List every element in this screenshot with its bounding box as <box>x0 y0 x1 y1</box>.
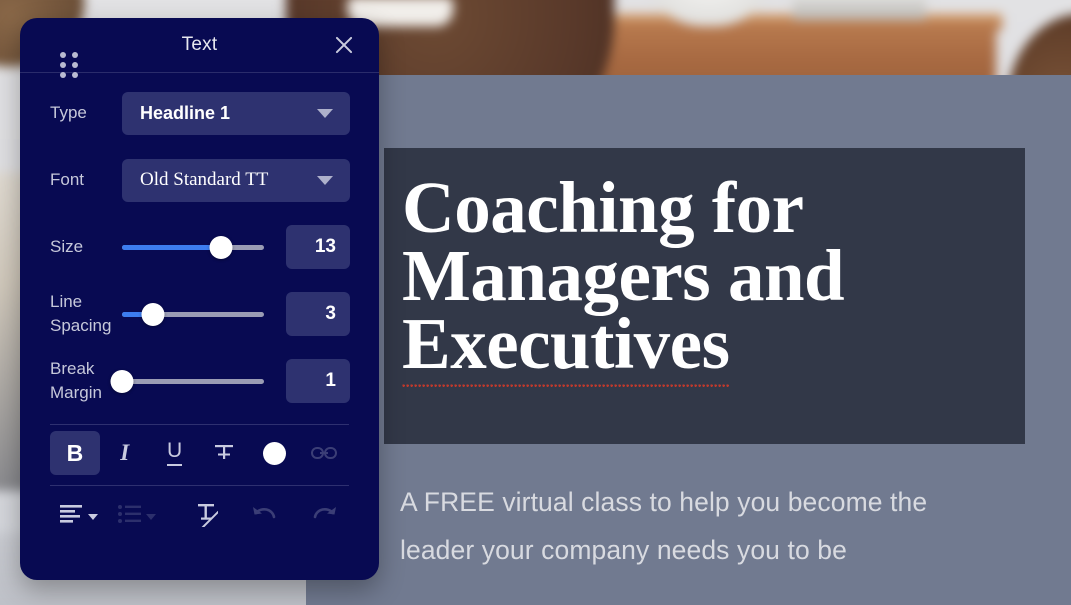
format-toolbar-secondary <box>20 486 379 542</box>
size-row: Size 13 <box>20 223 379 271</box>
italic-icon: I <box>120 440 130 465</box>
undo-button[interactable] <box>240 492 288 536</box>
redo-button[interactable] <box>301 492 349 536</box>
chevron-down-icon <box>317 175 333 185</box>
type-label: Type <box>50 103 87 122</box>
type-row: Type Headline 1 <box>20 89 379 137</box>
font-select[interactable]: Old Standard TT <box>122 158 350 202</box>
size-slider-thumb[interactable] <box>209 236 233 259</box>
screen: Coaching for Managers and Executives A FRE… <box>0 0 1071 605</box>
photo-books <box>792 0 927 21</box>
align-button[interactable] <box>50 492 108 536</box>
font-select-value: Old Standard TT <box>140 169 269 190</box>
type-select-value: Headline 1 <box>140 102 231 123</box>
close-icon[interactable] <box>331 32 357 58</box>
color-swatch-icon <box>262 441 286 465</box>
undo-icon <box>253 507 276 519</box>
headline-text[interactable]: Coaching for Managers and Executives <box>402 171 995 388</box>
list-button[interactable] <box>108 492 166 536</box>
break-margin-value[interactable]: 1 <box>286 359 350 403</box>
line-spacing-label: Line Spacing <box>50 292 112 335</box>
text-color-button[interactable] <box>249 431 299 475</box>
clear-format-button[interactable] <box>180 492 228 536</box>
panel-body: Type Headline 1 Font Old Standard TT Siz… <box>20 73 379 542</box>
panel-header: Text <box>20 18 379 78</box>
size-label: Size <box>50 237 84 256</box>
align-left-icon <box>60 505 83 523</box>
line-spacing-value[interactable]: 3 <box>286 292 350 336</box>
break-margin-row: Break Margin 1 <box>20 357 379 405</box>
redo-icon <box>313 507 336 519</box>
strikethrough-icon <box>215 445 234 459</box>
chevron-down-icon <box>146 514 157 520</box>
bold-button[interactable]: B <box>50 431 100 475</box>
break-margin-slider-thumb[interactable] <box>110 370 134 393</box>
text-editor-panel[interactable]: Text Type Headline 1 Font Old Standard T… <box>20 18 379 580</box>
headline-line-3: Executives <box>402 302 730 388</box>
subtitle-text[interactable]: A FREE virtual class to help you become … <box>400 478 1000 574</box>
drag-dots-icon[interactable] <box>60 52 78 78</box>
line-spacing-slider[interactable] <box>122 299 264 329</box>
underline-button[interactable]: U <box>150 431 200 475</box>
bold-icon: B <box>66 439 84 466</box>
clear-formatting-icon <box>197 504 218 527</box>
line-spacing-row: Line Spacing 3 <box>20 290 379 338</box>
type-select[interactable]: Headline 1 <box>122 91 350 135</box>
font-label: Font <box>50 170 85 189</box>
italic-button[interactable]: I <box>100 431 150 475</box>
size-value[interactable]: 13 <box>286 225 350 269</box>
headline-block[interactable]: Coaching for Managers and Executives <box>384 148 1025 444</box>
link-button[interactable] <box>299 431 349 475</box>
format-toolbar-primary: B I U <box>20 425 379 481</box>
size-slider-fill <box>122 245 222 250</box>
chevron-down-icon <box>317 108 333 118</box>
strikethrough-button[interactable] <box>199 431 249 475</box>
line-spacing-slider-thumb[interactable] <box>141 303 165 326</box>
underline-icon: U <box>166 440 183 466</box>
break-margin-slider-track <box>122 379 264 384</box>
break-margin-slider[interactable] <box>110 366 264 396</box>
size-slider[interactable] <box>122 232 264 262</box>
link-icon <box>311 447 338 459</box>
chevron-down-icon <box>88 514 99 520</box>
bullet-list-icon <box>118 505 142 523</box>
font-row: Font Old Standard TT <box>20 156 379 204</box>
